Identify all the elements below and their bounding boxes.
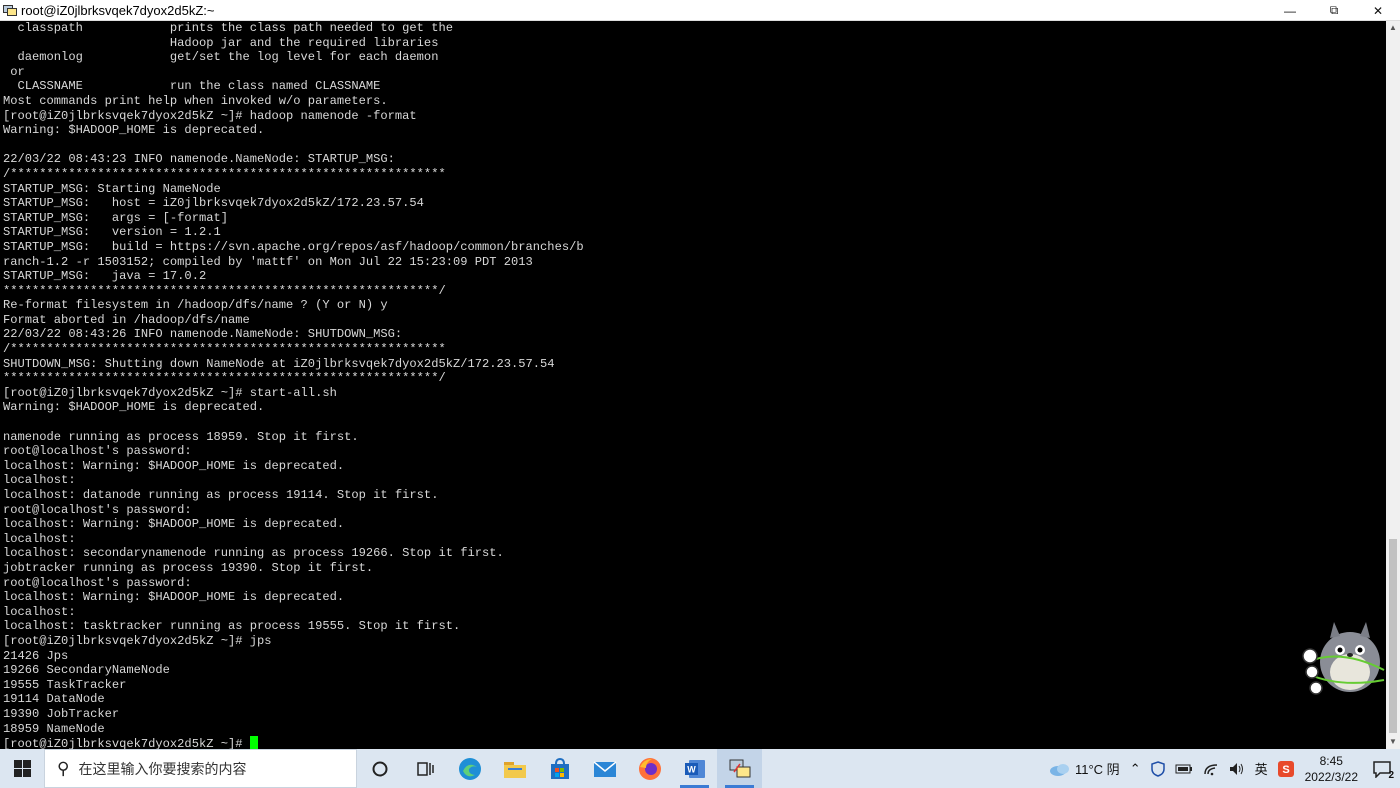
terminal-line: localhost: (3, 473, 76, 488)
folder-icon[interactable] (492, 749, 537, 788)
terminal-line: jobtracker running as process 19390. Sto… (3, 560, 374, 575)
terminal-line: 22/03/22 08:43:26 INFO namenode.NameNode… (3, 327, 403, 342)
terminal-line: [root@iZ0jlbrksvqek7dyox2d5kZ ~]# jps (3, 633, 272, 648)
terminal-line: 19114 DataNode (3, 692, 105, 707)
terminal-line: 18959 NameNode (3, 721, 105, 736)
terminal-prompt: [root@iZ0jlbrksvqek7dyox2d5kZ ~]# (3, 737, 250, 749)
windows-start-icon[interactable] (0, 749, 44, 788)
restore-button[interactable]: ⧉ (1312, 0, 1356, 21)
svg-text:W: W (687, 764, 696, 774)
terminal-line: Most commands print help when invoked w/… (3, 93, 388, 108)
scrollbar-thumb[interactable] (1389, 539, 1397, 733)
terminal-line: STARTUP_MSG: build = https://svn.apache.… (3, 239, 584, 254)
svg-text:S: S (1282, 764, 1289, 776)
terminal-line: ****************************************… (3, 371, 446, 386)
scroll-up-arrow-icon[interactable]: ▲ (1386, 21, 1400, 35)
clock-date: 2022/3/22 (1304, 769, 1358, 784)
ime-indicator[interactable]: 英 (1255, 759, 1268, 778)
terminal-line: daemonlog get/set the log level for each… (17, 50, 439, 65)
firefox-icon[interactable] (627, 749, 672, 788)
terminal-line: Re-format filesystem in /hadoop/dfs/name… (3, 298, 388, 313)
terminal-line: root@localhost's password: (3, 444, 192, 459)
terminal-line: localhost: Warning: $HADOOP_HOME is depr… (3, 590, 345, 605)
taskbar: ⚲ 在这里输入你要搜索的内容 W 11°C 阴 ⌃ 英 S 8:45 2022/… (0, 749, 1400, 788)
terminal-line: [root@iZ0jlbrksvqek7dyox2d5kZ ~]# start-… (3, 385, 337, 400)
system-tray: 11°C 阴 ⌃ 英 S 8:45 2022/3/22 2 (1044, 749, 1400, 788)
security-shield-icon[interactable] (1150, 760, 1165, 777)
terminal-line: STARTUP_MSG: host = iZ0jlbrksvqek7dyox2d… (3, 196, 424, 211)
terminal-line: localhost: (3, 531, 76, 546)
terminal-line: localhost: secondarynamenode running as … (3, 546, 504, 561)
store-icon[interactable] (537, 749, 582, 788)
terminal-line: 19390 JobTracker (3, 706, 120, 721)
vertical-scrollbar[interactable]: ▲ ▼ (1386, 21, 1400, 749)
terminal-cursor (249, 736, 258, 749)
terminal-line: Warning: $HADOOP_HOME is deprecated. (3, 400, 265, 415)
terminal-line: 21426 Jps (3, 648, 69, 663)
sogou-input-icon[interactable]: S (1277, 760, 1294, 777)
terminal-line: /***************************************… (3, 342, 446, 357)
putty-icon (3, 3, 17, 17)
terminal-line: 22/03/22 08:43:23 INFO namenode.NameNode… (3, 152, 395, 167)
terminal-line: localhost: Warning: $HADOOP_HOME is depr… (3, 458, 345, 473)
notification-center-icon[interactable]: 2 (1364, 749, 1400, 788)
terminal-line: classpath prints the class path needed t… (17, 21, 453, 35)
terminal-line: localhost: (3, 604, 76, 619)
terminal-line: Warning: $HADOOP_HOME is deprecated. (3, 123, 265, 138)
show-hidden-icons-chevron-icon[interactable]: ⌃ (1130, 761, 1141, 777)
terminal-line: root@localhost's password: (3, 575, 192, 590)
scroll-down-arrow-icon[interactable]: ▼ (1386, 735, 1400, 749)
edge-icon[interactable] (447, 749, 492, 788)
terminal-line: STARTUP_MSG: args = [-format] (3, 210, 228, 225)
terminal-line: namenode running as process 18959. Stop … (3, 429, 359, 444)
cloud-icon (1049, 763, 1069, 776)
clock-time: 8:45 (1319, 753, 1343, 768)
terminal-line: 19266 SecondaryNameNode (3, 663, 170, 678)
terminal-line: 19555 TaskTracker (3, 677, 127, 692)
terminal-line: root@localhost's password: (3, 502, 192, 517)
task-view-icon[interactable] (402, 749, 447, 788)
putty-taskbar-icon[interactable] (717, 749, 762, 788)
terminal-line: ranch-1.2 -r 1503152; compiled by 'mattf… (3, 254, 533, 269)
window-title: root@iZ0jlbrksvqek7dyox2d5kZ:~ (21, 2, 215, 18)
terminal-line: Hadoop jar and the required libraries (169, 35, 439, 50)
clock[interactable]: 8:45 2022/3/22 (1305, 753, 1358, 785)
mail-icon[interactable] (582, 749, 627, 788)
terminal-line: ****************************************… (3, 283, 446, 298)
terminal-line: or (10, 64, 25, 79)
notification-count: 2 (1388, 770, 1394, 781)
wifi-icon[interactable] (1203, 762, 1219, 776)
battery-icon[interactable] (1175, 763, 1193, 775)
terminal-line: SHUTDOWN_MSG: Shutting down NameNode at … (3, 356, 555, 371)
minimize-button[interactable]: — (1268, 0, 1312, 21)
terminal-line: STARTUP_MSG: version = 1.2.1 (3, 225, 221, 240)
terminal-line: localhost: Warning: $HADOOP_HOME is depr… (3, 517, 345, 532)
totoro-mascot-icon[interactable] (1300, 618, 1386, 698)
cortana-circle-icon[interactable] (357, 749, 402, 788)
terminal-line: /***************************************… (3, 166, 446, 181)
window-title-bar[interactable]: root@iZ0jlbrksvqek7dyox2d5kZ:~ — ⧉ ✕ (0, 0, 1400, 21)
search-placeholder: 在这里输入你要搜索的内容 (78, 760, 247, 777)
terminal-line: STARTUP_MSG: Starting NameNode (3, 181, 221, 196)
word-icon[interactable]: W (672, 749, 717, 788)
terminal-window[interactable]: classpath prints the class path needed t… (0, 21, 1386, 749)
terminal-line: localhost: tasktracker running as proces… (3, 619, 461, 634)
terminal-line: localhost: datanode running as process 1… (3, 488, 439, 502)
close-button[interactable]: ✕ (1356, 0, 1400, 21)
terminal-line: [root@iZ0jlbrksvqek7dyox2d5kZ ~]# hadoop… (3, 108, 417, 123)
terminal-output: classpath prints the class path needed t… (0, 21, 1386, 749)
search-icon: ⚲ (57, 758, 70, 778)
terminal-line: STARTUP_MSG: java = 17.0.2 (3, 269, 207, 284)
volume-icon[interactable] (1229, 762, 1245, 776)
terminal-line: CLASSNAME run the class named CLASSNAME (17, 79, 381, 94)
weather-widget[interactable]: 11°C 阴 (1049, 759, 1120, 778)
taskbar-search-box[interactable]: ⚲ 在这里输入你要搜索的内容 (44, 749, 357, 788)
weather-text: 11°C 阴 (1074, 762, 1120, 777)
terminal-line: Format aborted in /hadoop/dfs/name (3, 312, 250, 327)
